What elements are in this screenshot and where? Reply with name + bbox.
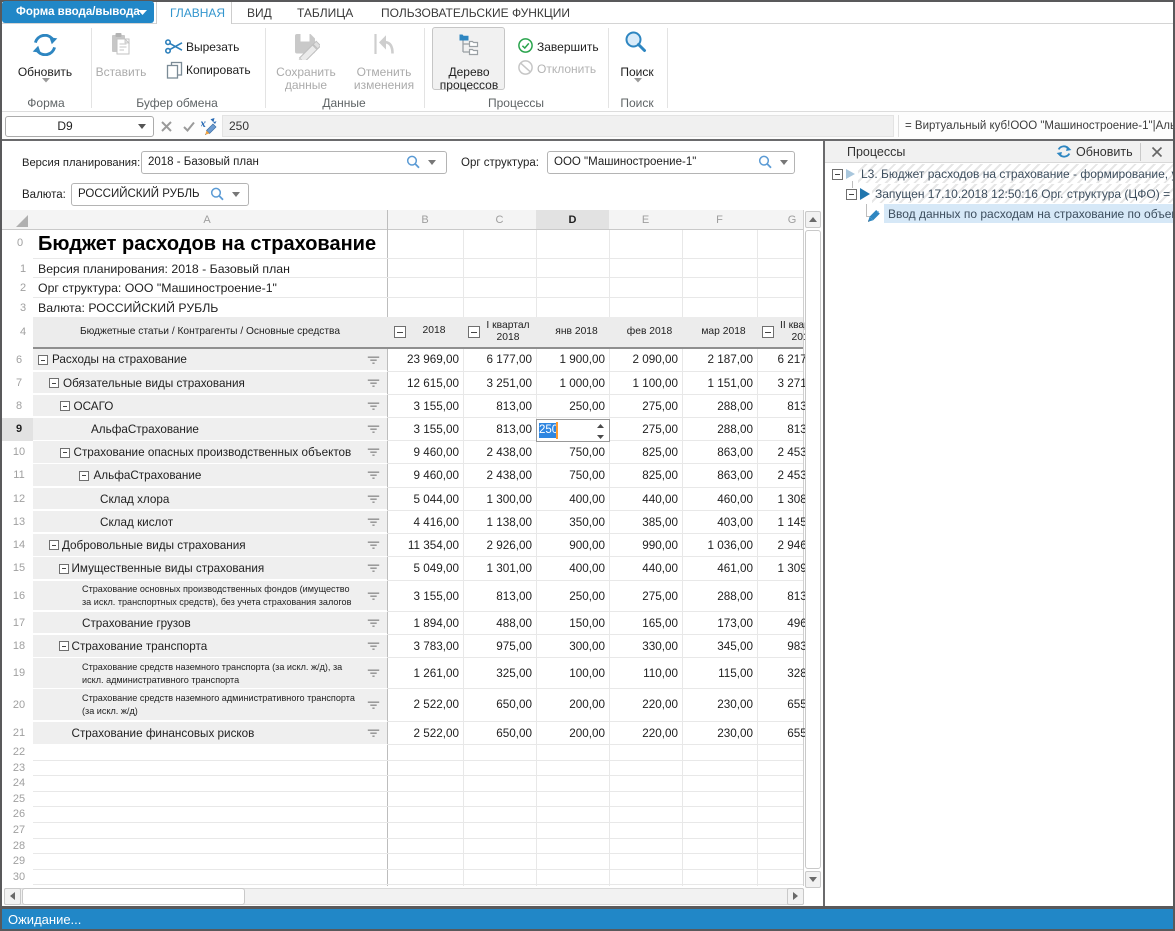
- svg-text:x: x: [201, 117, 206, 130]
